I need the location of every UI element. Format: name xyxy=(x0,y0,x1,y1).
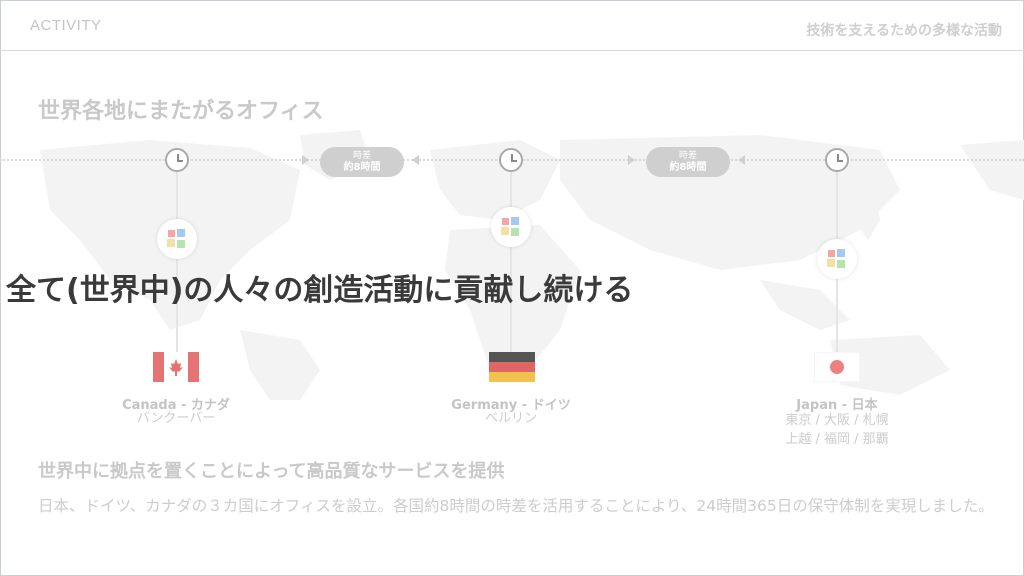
arrow-right-icon xyxy=(628,155,635,165)
time-diff-label: 時差 xyxy=(678,151,697,161)
time-diff-label: 時差 xyxy=(352,151,371,161)
company-logo-icon xyxy=(817,239,857,279)
time-diff-badge: 時差 約8時間 xyxy=(646,147,730,177)
arrow-right-icon xyxy=(302,155,309,165)
footer-body: 日本、ドイツ、カナダの３カ国にオフィスを設立。各国約8時間の時差を活用することに… xyxy=(38,497,994,515)
arrow-left-icon xyxy=(412,155,419,165)
clock-icon xyxy=(825,148,849,172)
canada-flag-icon xyxy=(153,352,199,382)
section-label: ACTIVITY xyxy=(30,17,102,34)
canada-connector xyxy=(176,172,178,352)
header-bar: ACTIVITY 技術を支えるための多様な活動 xyxy=(0,0,1024,51)
time-diff-value: 約8時間 xyxy=(669,162,707,173)
company-logo-icon xyxy=(491,207,531,247)
header-title: 技術を支えるための多様な活動 xyxy=(806,23,1002,39)
germany-connector xyxy=(510,172,512,352)
slide-title: 世界各地にまたがるオフィス xyxy=(38,99,324,124)
slogan-overlay: 全て(世界中)の人々の創造活動に貢献し続ける xyxy=(6,273,634,308)
time-diff-value: 約8時間 xyxy=(343,162,381,173)
company-logo-icon xyxy=(157,219,197,259)
location-city-germany: ベルリン xyxy=(484,411,537,426)
location-city-canada: バンクーバー xyxy=(136,411,216,426)
footer-heading: 世界中に拠点を置くことによって高品質なサービスを提供 xyxy=(38,461,505,482)
arrow-left-icon xyxy=(738,155,745,165)
time-diff-badge: 時差 約8時間 xyxy=(320,147,404,177)
location-city-japan-2: 上越 / 福岡 / 那覇 xyxy=(785,432,889,447)
germany-flag-icon xyxy=(489,352,535,382)
clock-icon xyxy=(165,148,189,172)
location-city-japan-1: 東京 / 大阪 / 札幌 xyxy=(785,413,889,428)
clock-icon xyxy=(499,148,523,172)
japan-flag-icon xyxy=(814,352,860,382)
